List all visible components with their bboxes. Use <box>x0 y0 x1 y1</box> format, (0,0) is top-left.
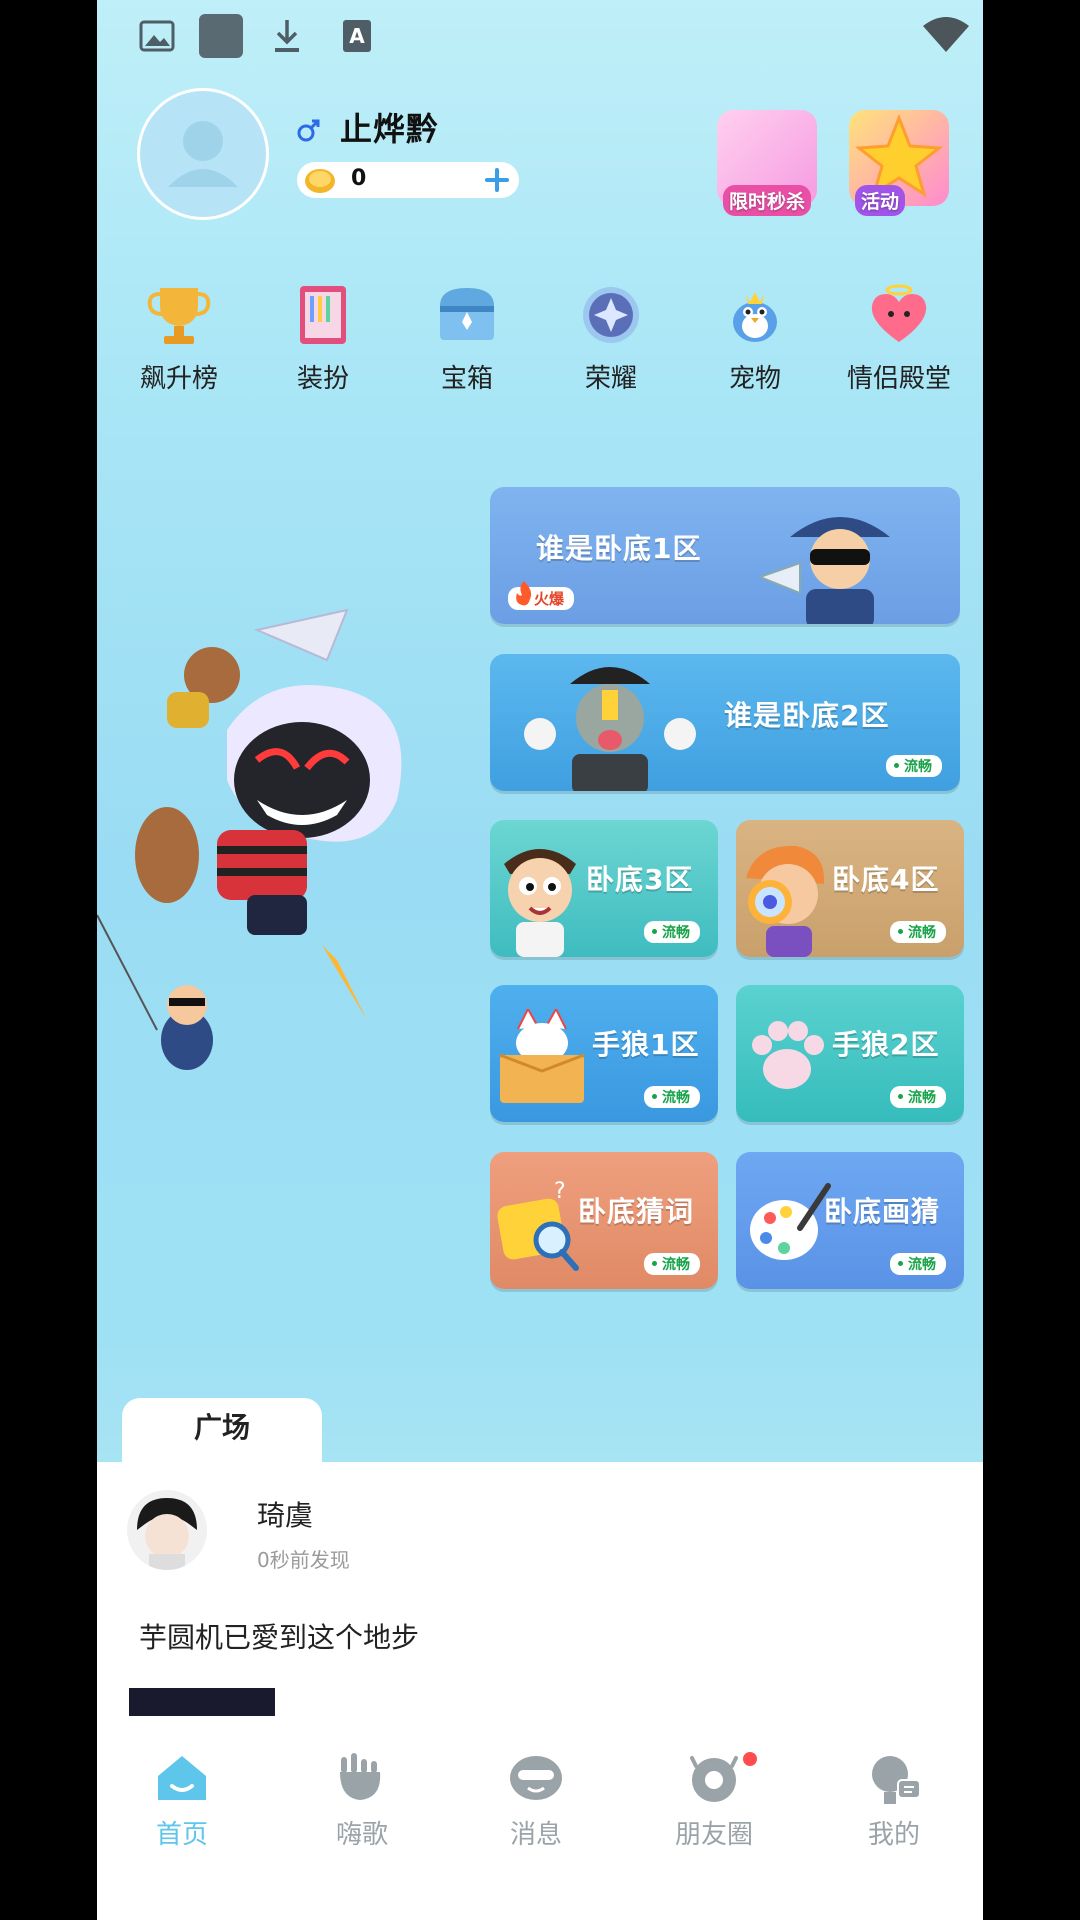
game-card-undercover-2[interactable]: 谁是卧底2区 流畅 <box>490 654 960 791</box>
honor-emblem-icon <box>583 287 639 343</box>
treasure-label: 宝箱 <box>440 364 493 394</box>
card-title: 卧底猜词 <box>578 1195 695 1228</box>
tab-square[interactable]: 广场 <box>122 1398 322 1462</box>
wifi-icon <box>923 17 969 52</box>
profile-icon <box>872 1756 921 1804</box>
dress-up-label: 装扮 <box>296 364 349 394</box>
status-badge: 流畅 <box>644 1253 700 1275</box>
treasure-button[interactable]: 宝箱 <box>397 282 537 395</box>
camera-moments-icon <box>690 1756 738 1802</box>
flash-sale-button[interactable]: 限时秒杀 <box>717 110 827 216</box>
status-badge: 流畅 <box>644 1086 700 1108</box>
status-badge: 流畅 <box>890 1086 946 1108</box>
download-icon <box>275 20 299 52</box>
post-text[interactable]: 芋圆机已愛到这个地步 <box>139 1616 419 1656</box>
game-card-werewolf-1[interactable]: 手狼1区 流畅 <box>490 985 718 1122</box>
nav-home[interactable]: 首页 <box>117 1750 247 1851</box>
activity-label: 活动 <box>855 185 906 216</box>
status-badge: 流畅 <box>890 1253 946 1275</box>
status-badge: 流畅 <box>890 921 946 943</box>
card-title: 谁是卧底2区 <box>724 699 890 732</box>
card-title: 手狼1区 <box>592 1028 700 1061</box>
game-card-undercover-1[interactable]: 谁是卧底1区 火爆 <box>490 487 960 624</box>
gallery-icon <box>139 20 175 52</box>
status-badge: 流畅 <box>886 755 942 777</box>
mascot-illustration <box>97 608 402 1070</box>
card-title: 卧底4区 <box>832 863 940 896</box>
treasure-chest-icon <box>440 288 494 340</box>
game-card-draw-guess[interactable]: 卧底画猜 流畅 <box>736 1152 964 1289</box>
post-author-avatar[interactable] <box>127 1490 207 1570</box>
coin-icon <box>305 169 335 193</box>
nav-sing[interactable]: 嗨歌 <box>297 1750 427 1851</box>
status-bar: A <box>97 0 983 70</box>
nav-profile-label: 我的 <box>867 1820 920 1850</box>
nav-moments[interactable]: 朋友圈 <box>649 1750 779 1851</box>
status-badge: 流畅 <box>644 921 700 943</box>
username: 止烨黔 <box>340 110 440 148</box>
paw-icon <box>752 1021 824 1089</box>
pet-bird-icon <box>733 292 777 342</box>
boy-character-icon <box>504 849 576 957</box>
app-square-icon <box>199 14 243 58</box>
hot-badge-label: 火爆 <box>534 590 565 608</box>
nav-sing-label: 嗨歌 <box>335 1820 388 1850</box>
notification-dot <box>743 1752 757 1766</box>
font-icon: A <box>343 20 371 52</box>
couple-hall-button[interactable]: 情侣殿堂 <box>829 282 969 395</box>
couple-hall-label: 情侣殿堂 <box>846 364 951 394</box>
zombie-character-icon <box>524 667 696 791</box>
detective-character-icon <box>746 845 825 957</box>
nav-moments-label: 朋友圈 <box>674 1820 753 1850</box>
palette-icon <box>750 1183 831 1260</box>
fox-box-icon <box>499 1009 585 1103</box>
activity-button[interactable]: 活动 <box>849 110 959 216</box>
coin-value: 0 <box>351 166 367 191</box>
post-author-name[interactable]: 琦虞 <box>257 1494 313 1534</box>
fire-icon <box>516 581 532 606</box>
honor-label: 荣耀 <box>584 364 637 394</box>
avatar-placeholder-icon <box>168 121 238 187</box>
wardrobe-icon <box>300 286 346 344</box>
ranking-label: 飙升榜 <box>139 364 218 394</box>
nav-messages-label: 消息 <box>509 1820 562 1850</box>
card-title: 卧底画猜 <box>824 1195 941 1228</box>
heart-icon <box>871 284 927 342</box>
dress-up-button[interactable]: 装扮 <box>253 282 393 395</box>
bottom-navigation: 首页 嗨歌 消息 朋友圈 我的 <box>97 1740 983 1920</box>
app-screen: A 止烨黔 0 限时秒杀 活动 飙升榜 装扮 宝箱 荣耀 宠物 情侣殿堂 谁是卧… <box>97 0 983 1920</box>
post-image[interactable] <box>129 1688 275 1716</box>
honor-button[interactable]: 荣耀 <box>541 282 681 395</box>
pet-button[interactable]: 宠物 <box>685 282 825 395</box>
message-face-icon <box>510 1756 562 1800</box>
add-coins-icon[interactable] <box>483 166 511 194</box>
music-hand-icon <box>340 1753 381 1800</box>
svg-text:?: ? <box>554 1179 566 1204</box>
flash-sale-label: 限时秒杀 <box>723 185 812 216</box>
feature-icons-row: 飙升榜 装扮 宝箱 荣耀 宠物 情侣殿堂 <box>97 282 983 412</box>
card-title: 手狼2区 <box>832 1028 940 1061</box>
game-card-word-guess[interactable]: ? 卧底猜词 流畅 <box>490 1152 718 1289</box>
svg-text:A: A <box>349 24 365 48</box>
user-avatar[interactable] <box>137 88 269 220</box>
post-timestamp: 0秒前发现 <box>257 1548 350 1572</box>
game-card-undercover-4[interactable]: 卧底4区 流畅 <box>736 820 964 957</box>
card-title: 卧底3区 <box>586 863 694 896</box>
pet-label: 宠物 <box>728 364 781 394</box>
nav-home-label: 首页 <box>155 1820 208 1850</box>
trophy-icon <box>147 288 211 344</box>
male-gender-icon <box>297 119 320 142</box>
card-title: 谁是卧底1区 <box>536 532 702 565</box>
coin-balance[interactable]: 0 <box>297 162 519 198</box>
home-icon <box>158 1756 206 1800</box>
nav-messages[interactable]: 消息 <box>471 1750 601 1851</box>
police-character-icon <box>760 517 890 624</box>
hot-badge: 火爆 <box>508 581 575 610</box>
nav-profile[interactable]: 我的 <box>829 1750 959 1851</box>
game-card-werewolf-2[interactable]: 手狼2区 流畅 <box>736 985 964 1122</box>
game-card-undercover-3[interactable]: 卧底3区 流畅 <box>490 820 718 957</box>
ranking-button[interactable]: 飙升榜 <box>109 282 249 395</box>
magnifier-card-icon: ? <box>497 1179 579 1271</box>
